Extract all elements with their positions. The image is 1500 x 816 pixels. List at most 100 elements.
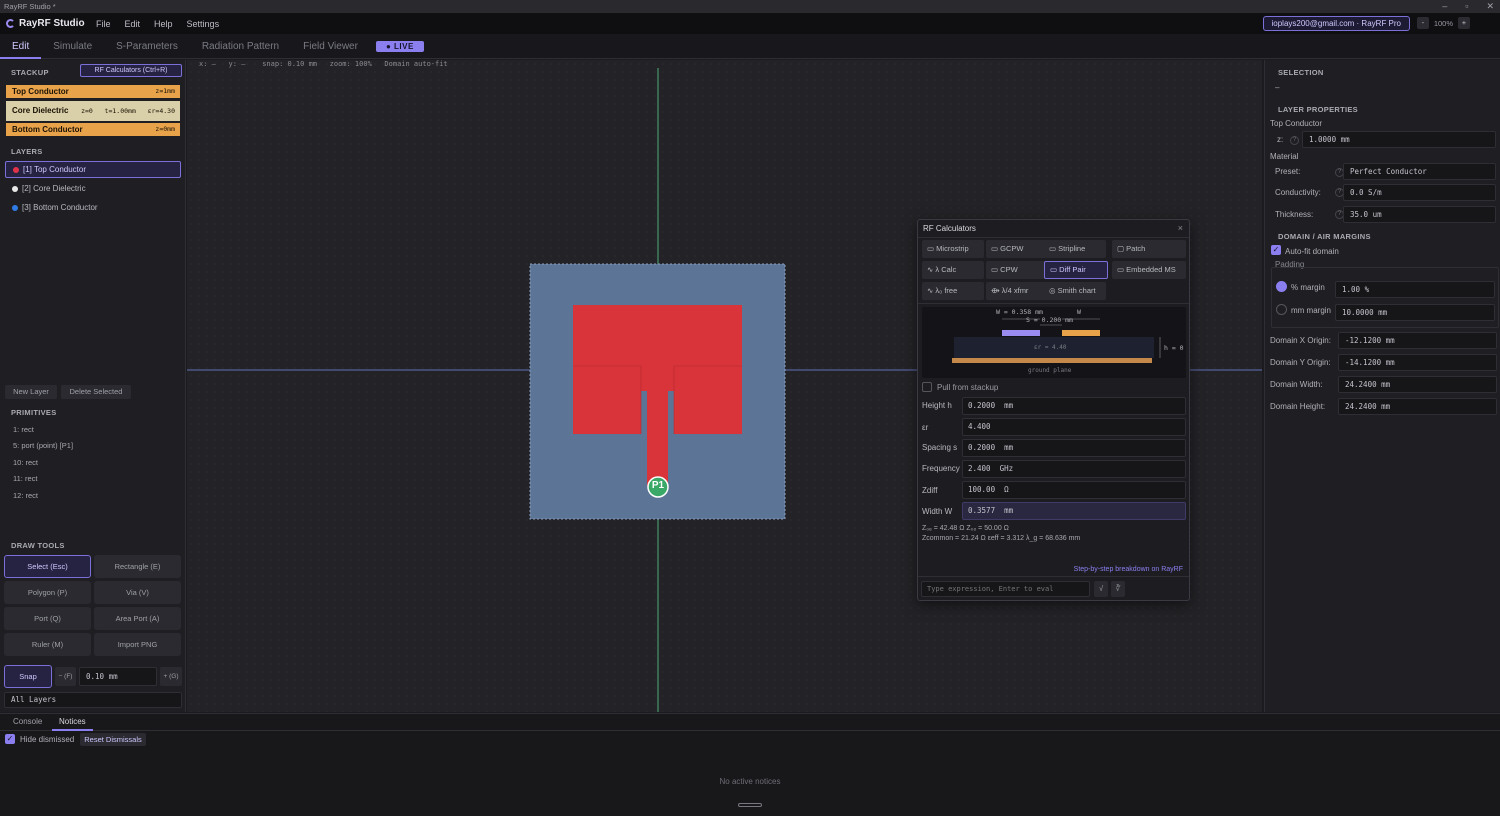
selection-heading: SELECTION [1278,68,1324,77]
trace-left-rect [1002,330,1040,336]
tab-console[interactable]: Console [13,717,42,726]
zoom-out-button[interactable]: - [1416,17,1429,29]
tab-simulate[interactable]: Simulate [41,34,104,59]
domain-height-field[interactable]: 24.2400 mm [1338,398,1497,415]
delete-selected-button[interactable]: Delete Selected [61,385,131,399]
minimize-icon[interactable]: – [1442,0,1447,13]
reset-dismissals-button[interactable]: Reset Dismissals [80,733,146,746]
rf-tab-stripline[interactable]: ▭ Stripline [1044,240,1106,258]
domain-y-field[interactable]: -14.1200 mm [1338,354,1497,371]
domain-x-field[interactable]: -12.1200 mm [1338,332,1497,349]
sqrt-button[interactable]: √ [1094,581,1108,597]
thickness-field[interactable]: 35.0 um [1343,206,1496,223]
layer-label: [3] Bottom Conductor [22,203,98,212]
tool-area-port-button[interactable]: Area Port (A) [94,607,181,630]
cbrt-button[interactable]: ∛ [1111,581,1125,597]
layer-item-core-dielectric[interactable]: [2] Core Dielectric [5,180,181,197]
stackup-row-bottom-conductor[interactable]: Bottom Conductor z=0mm [6,123,180,136]
dock-resize-handle[interactable] [738,803,762,807]
domain-width-field[interactable]: 24.2400 mm [1338,376,1497,393]
conductivity-field[interactable]: 0.0 S/m [1343,184,1496,201]
ui-zoom-control: - 100% + [1416,17,1470,29]
snap-toggle-button[interactable]: Snap [4,665,52,688]
feed-line-rect[interactable] [647,391,668,486]
tool-via-button[interactable]: Via (V) [94,581,181,604]
mm-margin-radio[interactable] [1276,304,1287,315]
primitive-item[interactable]: 5: port (point) [P1] [13,441,73,450]
close-icon[interactable]: ✕ [1486,0,1494,13]
rf-tab-lambda-calc[interactable]: ∿ λ Calc [922,261,984,279]
result-common: Zcommon = 21.24 Ω εeff = 3.312 λ_g = 68.… [922,535,1081,542]
rf-tab-lambda-free[interactable]: ∿ λ₀ free [922,282,984,300]
tab-notices[interactable]: Notices [52,714,93,731]
zoom-value: 100% [1433,18,1453,28]
layers-heading: LAYERS [11,147,43,156]
breakdown-link[interactable]: Step-by-step breakdown on RayRF [1074,566,1183,573]
tool-port-button[interactable]: Port (Q) [4,607,91,630]
rf-tab-label: CPW [1000,265,1018,274]
help-icon[interactable]: ? [1290,136,1299,145]
spacing-field[interactable]: 0.2000 mm [962,439,1186,457]
er-field[interactable]: 4.400 [962,418,1186,436]
field-unit: GHz [999,464,1014,473]
frequency-field[interactable]: 2.400 GHz [962,460,1186,478]
tab-edit[interactable]: Edit [0,34,42,59]
expression-input[interactable] [921,581,1090,597]
field-value: 2.400 [968,464,991,473]
primitive-item[interactable]: 1: rect [13,425,34,434]
pull-from-stackup-checkbox[interactable] [922,382,932,392]
layer-item-bottom-conductor[interactable]: [3] Bottom Conductor [5,199,181,216]
rf-tab-microstrip[interactable]: ▭ Microstrip [922,240,984,258]
rf-tab-gcpw[interactable]: ▭ GCPW [986,240,1048,258]
live-badge[interactable]: ● LIVE [375,40,424,52]
account-button[interactable]: ioplays200@gmail.com · RayRF Pro [1262,16,1410,31]
menu-file[interactable]: File [96,19,111,29]
snap-value-field[interactable]: 0.10 mm [79,667,157,686]
z-field[interactable]: 1.0000 mm [1302,131,1496,148]
tool-select-button[interactable]: Select (Esc) [4,555,91,578]
rf-calculators-button[interactable]: RF Calculators (Ctrl+R) [80,64,182,77]
layer-properties-heading: LAYER PROPERTIES [1278,105,1358,114]
zdiff-field[interactable]: 100.00 Ω [962,481,1186,499]
menu-help[interactable]: Help [154,19,173,29]
rf-tab-diff-pair[interactable]: ▭ Diff Pair [1044,261,1108,279]
autofit-label: Auto-fit domain [1285,247,1339,256]
zoom-in-button[interactable]: + [1458,17,1470,29]
tool-polygon-button[interactable]: Polygon (P) [4,581,91,604]
rf-tab-patch[interactable]: ▢ Patch [1112,240,1186,258]
close-icon[interactable]: × [1178,223,1183,233]
menu-edit[interactable]: Edit [125,19,141,29]
new-layer-button[interactable]: New Layer [5,385,57,399]
maximize-icon[interactable]: ▫ [1465,0,1468,13]
tab-s-parameters[interactable]: S-Parameters [104,34,190,59]
stackup-row-core-dielectric[interactable]: Core Dielectric z=0 t=1.00mm εr=4.30 [6,101,180,121]
layer-filter-select[interactable]: All Layers [4,692,182,708]
rf-tab-cpw[interactable]: ▭ CPW [986,261,1048,279]
tab-field-viewer[interactable]: Field Viewer [291,34,370,59]
primitive-item[interactable]: 10: rect [13,458,38,467]
preset-select[interactable]: Perfect Conductor [1343,163,1496,180]
mm-margin-field[interactable]: 10.0000 mm [1335,304,1495,321]
tab-radiation-pattern[interactable]: Radiation Pattern [190,34,291,59]
bottom-tabs: Console Notices [0,714,1500,731]
menu-settings[interactable]: Settings [187,19,220,29]
stackup-row-top-conductor[interactable]: Top Conductor z=1mm [6,85,180,98]
pct-margin-field[interactable]: 1.00 % [1335,281,1495,298]
hide-dismissed-checkbox[interactable]: ✓ [5,734,15,744]
snap-increase-button[interactable]: + (G) [160,667,182,686]
snap-decrease-button[interactable]: − (F) [55,667,76,686]
primitive-item[interactable]: 11: rect [13,474,37,483]
rf-tab-quarter-wave[interactable]: ⟴ λ/4 xfmr [986,282,1048,300]
primitive-item[interactable]: 12: rect [13,491,38,500]
height-field[interactable]: 0.2000 mm [962,397,1186,415]
rf-tab-embedded-ms[interactable]: ▭ Embedded MS [1112,261,1186,279]
tool-ruler-button[interactable]: Ruler (M) [4,633,91,656]
width-field[interactable]: 0.3577 mm [962,502,1186,520]
layer-item-top-conductor[interactable]: [1] Top Conductor [5,161,181,178]
tool-rectangle-button[interactable]: Rectangle (E) [94,555,181,578]
draw-tools-heading: DRAW TOOLS [11,541,65,550]
autofit-checkbox[interactable]: ✓ [1271,245,1281,255]
pct-margin-radio[interactable] [1276,281,1287,292]
rf-tab-smith-chart[interactable]: ◎ Smith chart [1044,282,1106,300]
tool-import-png-button[interactable]: Import PNG [94,633,181,656]
